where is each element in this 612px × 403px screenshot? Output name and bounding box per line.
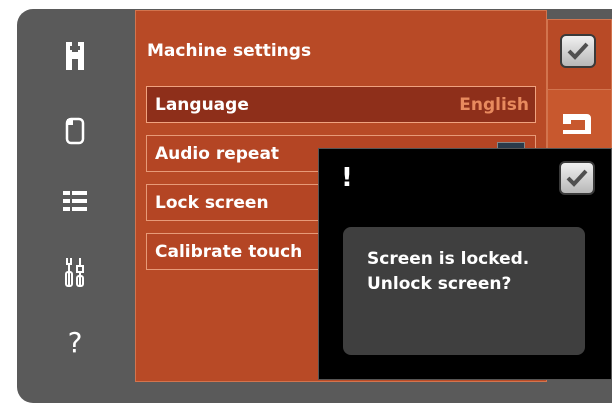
lock-screen-dialog: ! Screen is locked. Unlock screen? xyxy=(318,148,612,380)
sidebar-item-edit[interactable] xyxy=(55,111,95,151)
sidebar-item-help[interactable]: ? xyxy=(55,322,95,362)
tab-settings[interactable] xyxy=(547,19,612,89)
tools-icon xyxy=(65,258,84,287)
dialog-message-line2: Unlock screen? xyxy=(367,274,512,294)
setting-label: Calibrate touch xyxy=(155,242,303,262)
setting-language[interactable]: Language English xyxy=(146,86,536,123)
sewing-machine-icon xyxy=(563,114,591,134)
warning-icon: ! xyxy=(341,163,353,193)
dialog-message-line1: Screen is locked. xyxy=(367,249,530,269)
confirm-button[interactable] xyxy=(560,34,596,68)
sidebar: ? xyxy=(17,9,135,403)
page-title: Machine settings xyxy=(147,41,312,61)
tab-machine[interactable] xyxy=(547,89,612,149)
unlock-confirm-button[interactable] xyxy=(559,161,595,195)
setting-value: English xyxy=(459,95,529,115)
check-icon xyxy=(567,42,589,60)
dialog-message-box: Screen is locked. Unlock screen? xyxy=(343,227,585,355)
setting-label: Language xyxy=(155,95,249,115)
check-icon xyxy=(566,169,588,187)
edit-icon xyxy=(65,117,85,145)
sidebar-item-tools[interactable] xyxy=(55,252,95,292)
sidebar-item-home[interactable] xyxy=(55,36,95,76)
sidebar-item-menu[interactable] xyxy=(55,181,95,221)
setting-label: Lock screen xyxy=(155,193,269,213)
setting-label: Audio repeat xyxy=(155,144,280,164)
menu-icon xyxy=(63,191,87,211)
help-icon: ? xyxy=(67,325,83,359)
home-icon xyxy=(66,42,84,70)
